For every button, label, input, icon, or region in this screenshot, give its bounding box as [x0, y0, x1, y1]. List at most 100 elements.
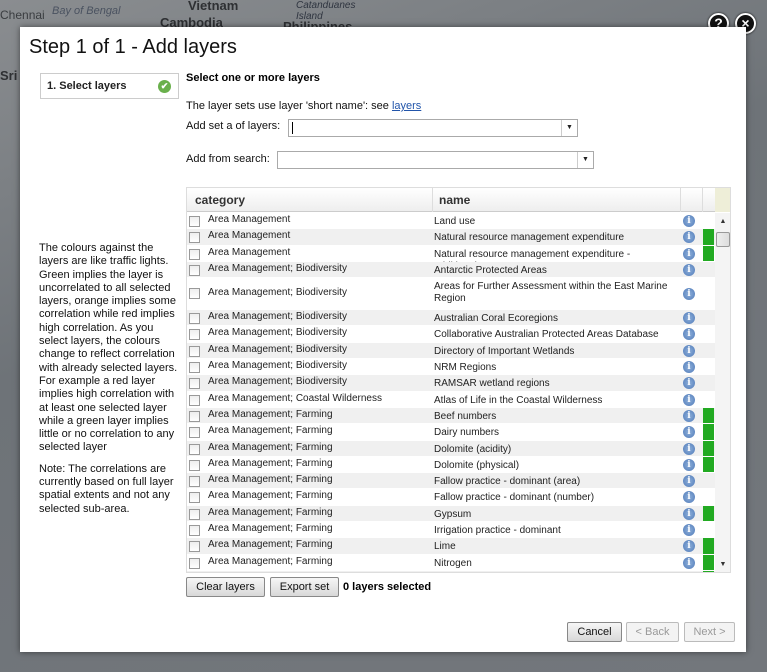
info-icon[interactable]: i [683, 328, 695, 341]
category-cell: Area Management; Coastal Wilderness [208, 392, 382, 404]
add-set-combo[interactable]: ▼ [288, 119, 578, 137]
info-icon[interactable]: i [683, 556, 695, 569]
table-row[interactable]: Area Management; Biodiversity Collaborat… [187, 326, 715, 343]
info-icon[interactable]: i [683, 361, 695, 374]
info-icon[interactable]: i [683, 377, 695, 390]
table-row[interactable]: Area Management; Farming Dairy numbers i [187, 424, 715, 441]
info-icon[interactable]: i [683, 344, 695, 357]
layer-checkbox[interactable] [189, 443, 200, 455]
name-cell: Nitrogen [434, 557, 472, 569]
category-cell: Area Management; Biodiversity [208, 360, 347, 372]
layer-checkbox[interactable] [189, 459, 200, 471]
info-icon[interactable]: i [683, 426, 695, 439]
info-icon[interactable]: i [683, 507, 695, 520]
chevron-down-icon[interactable]: ▼ [561, 120, 577, 136]
layer-sets-note: The layer sets use layer 'short name': s… [186, 100, 421, 112]
table-row[interactable]: Area Management; Farming Dolomite (physi… [187, 456, 715, 474]
table-row[interactable]: Area Management Natural resource managem… [187, 229, 715, 246]
layer-checkbox[interactable] [189, 378, 200, 390]
table-row[interactable]: Area Management; Coastal Wilderness Atla… [187, 392, 715, 408]
layer-checkbox[interactable] [189, 313, 200, 325]
next-button[interactable]: Next > [684, 622, 735, 642]
info-icon[interactable]: i [683, 409, 695, 422]
table-row[interactable]: Area Management; Farming Nitrogen i [187, 554, 715, 571]
layer-checkbox[interactable] [189, 329, 200, 341]
name-cell: Natural resource management expenditure [434, 232, 625, 244]
name-cell: Atlas of Life in the Coastal Wilderness [434, 394, 603, 406]
info-icon[interactable]: i [683, 393, 695, 406]
table-row[interactable]: Area Management; Biodiversity Antarctic … [187, 261, 715, 279]
name-cell: Dolomite (physical) [434, 459, 520, 471]
chevron-down-icon[interactable]: ▼ [577, 152, 593, 168]
layer-checkbox[interactable] [189, 492, 200, 504]
clear-layers-button[interactable]: Clear layers [186, 577, 265, 597]
info-icon[interactable]: i [683, 442, 695, 455]
correlation-note: Note: The correlations are currently bas… [39, 462, 174, 515]
layer-checkbox[interactable] [189, 232, 200, 244]
cancel-button[interactable]: Cancel [567, 622, 622, 642]
column-header-category[interactable]: category [195, 193, 245, 207]
category-cell: Area Management; Farming [208, 555, 333, 567]
scroll-up-icon[interactable]: ▲ [715, 215, 730, 229]
table-row[interactable]: Area Management; Biodiversity Directory … [187, 342, 715, 360]
layer-checkbox[interactable] [189, 288, 200, 300]
layer-checkbox[interactable] [189, 394, 200, 406]
layers-link[interactable]: layers [392, 100, 421, 112]
layer-checkbox[interactable] [189, 541, 200, 553]
back-button[interactable]: < Back [626, 622, 679, 642]
layer-checkbox[interactable] [189, 525, 200, 537]
category-cell: Area Management [208, 214, 291, 225]
layer-checkbox[interactable] [189, 345, 200, 357]
table-row[interactable]: Area Management; Farming Gypsum i [187, 505, 715, 523]
info-icon[interactable]: i [683, 540, 695, 553]
info-icon[interactable]: i [683, 288, 695, 301]
table-row[interactable]: Area Management; Biodiversity Areas for … [187, 278, 715, 311]
export-set-button[interactable]: Export set [270, 577, 339, 597]
scroll-down-icon[interactable]: ▼ [715, 558, 730, 572]
layer-checkbox[interactable] [189, 248, 200, 260]
table-row[interactable]: Area Management; Biodiversity RAMSAR wet… [187, 375, 715, 392]
name-cell: Antarctic Protected Areas [434, 264, 547, 276]
info-icon[interactable]: i [683, 312, 695, 325]
correlation-indicator [703, 310, 714, 325]
table-row[interactable]: Area Management; Farming Irrigation prac… [187, 522, 715, 539]
name-cell: Collaborative Australian Protected Areas… [434, 329, 659, 341]
layer-checkbox[interactable] [189, 410, 200, 422]
info-icon[interactable]: i [683, 491, 695, 504]
name-cell: Directory of Important Wetlands [434, 345, 575, 357]
scroll-thumb[interactable] [716, 232, 730, 247]
table-row[interactable]: Area Management Land use i [187, 213, 715, 230]
category-cell: Area Management; Biodiversity [208, 327, 347, 339]
layer-checkbox[interactable] [189, 264, 200, 276]
correlation-indicator [703, 326, 714, 341]
table-row[interactable]: Area Management; Farming Beef numbers i [187, 407, 715, 425]
column-header-name[interactable]: name [439, 193, 470, 207]
info-icon[interactable]: i [683, 263, 695, 276]
info-icon[interactable]: i [683, 458, 695, 471]
table-row[interactable]: Area Management; Biodiversity Australian… [187, 310, 715, 327]
category-cell: Area Management; Farming [208, 408, 333, 420]
table-row[interactable]: Area Management; Farming Fallow practice… [187, 473, 715, 490]
table-row[interactable]: Area Management; Biodiversity NRM Region… [187, 359, 715, 376]
layer-checkbox[interactable] [189, 508, 200, 520]
table-row[interactable]: Area Management; Farming Dolomite (acidi… [187, 440, 715, 457]
layer-checkbox[interactable] [189, 427, 200, 439]
correlation-indicator [703, 375, 714, 390]
layer-checkbox[interactable] [189, 216, 200, 227]
info-icon[interactable]: i [683, 247, 695, 260]
table-row[interactable]: Area Management; Farming Lime i [187, 538, 715, 555]
step-select-layers[interactable]: 1. Select layers ✔ [40, 73, 179, 99]
info-icon[interactable]: i [683, 524, 695, 537]
layer-checkbox[interactable] [189, 362, 200, 374]
info-icon[interactable]: i [683, 475, 695, 488]
table-row[interactable]: Area Management Natural resource managem… [187, 245, 715, 272]
table-scrollbar[interactable]: ▲ ▼ [715, 213, 730, 572]
table-row[interactable]: Area Management; Farming Fallow practice… [187, 489, 715, 506]
info-icon[interactable]: i [683, 231, 695, 244]
table-row[interactable]: Area Management; Farming Phosphorus i [187, 570, 715, 572]
info-icon[interactable]: i [683, 215, 695, 227]
correlation-indicator [703, 489, 714, 504]
layer-checkbox[interactable] [189, 557, 200, 569]
layer-checkbox[interactable] [189, 476, 200, 488]
add-search-combo[interactable]: ▼ [277, 151, 594, 169]
